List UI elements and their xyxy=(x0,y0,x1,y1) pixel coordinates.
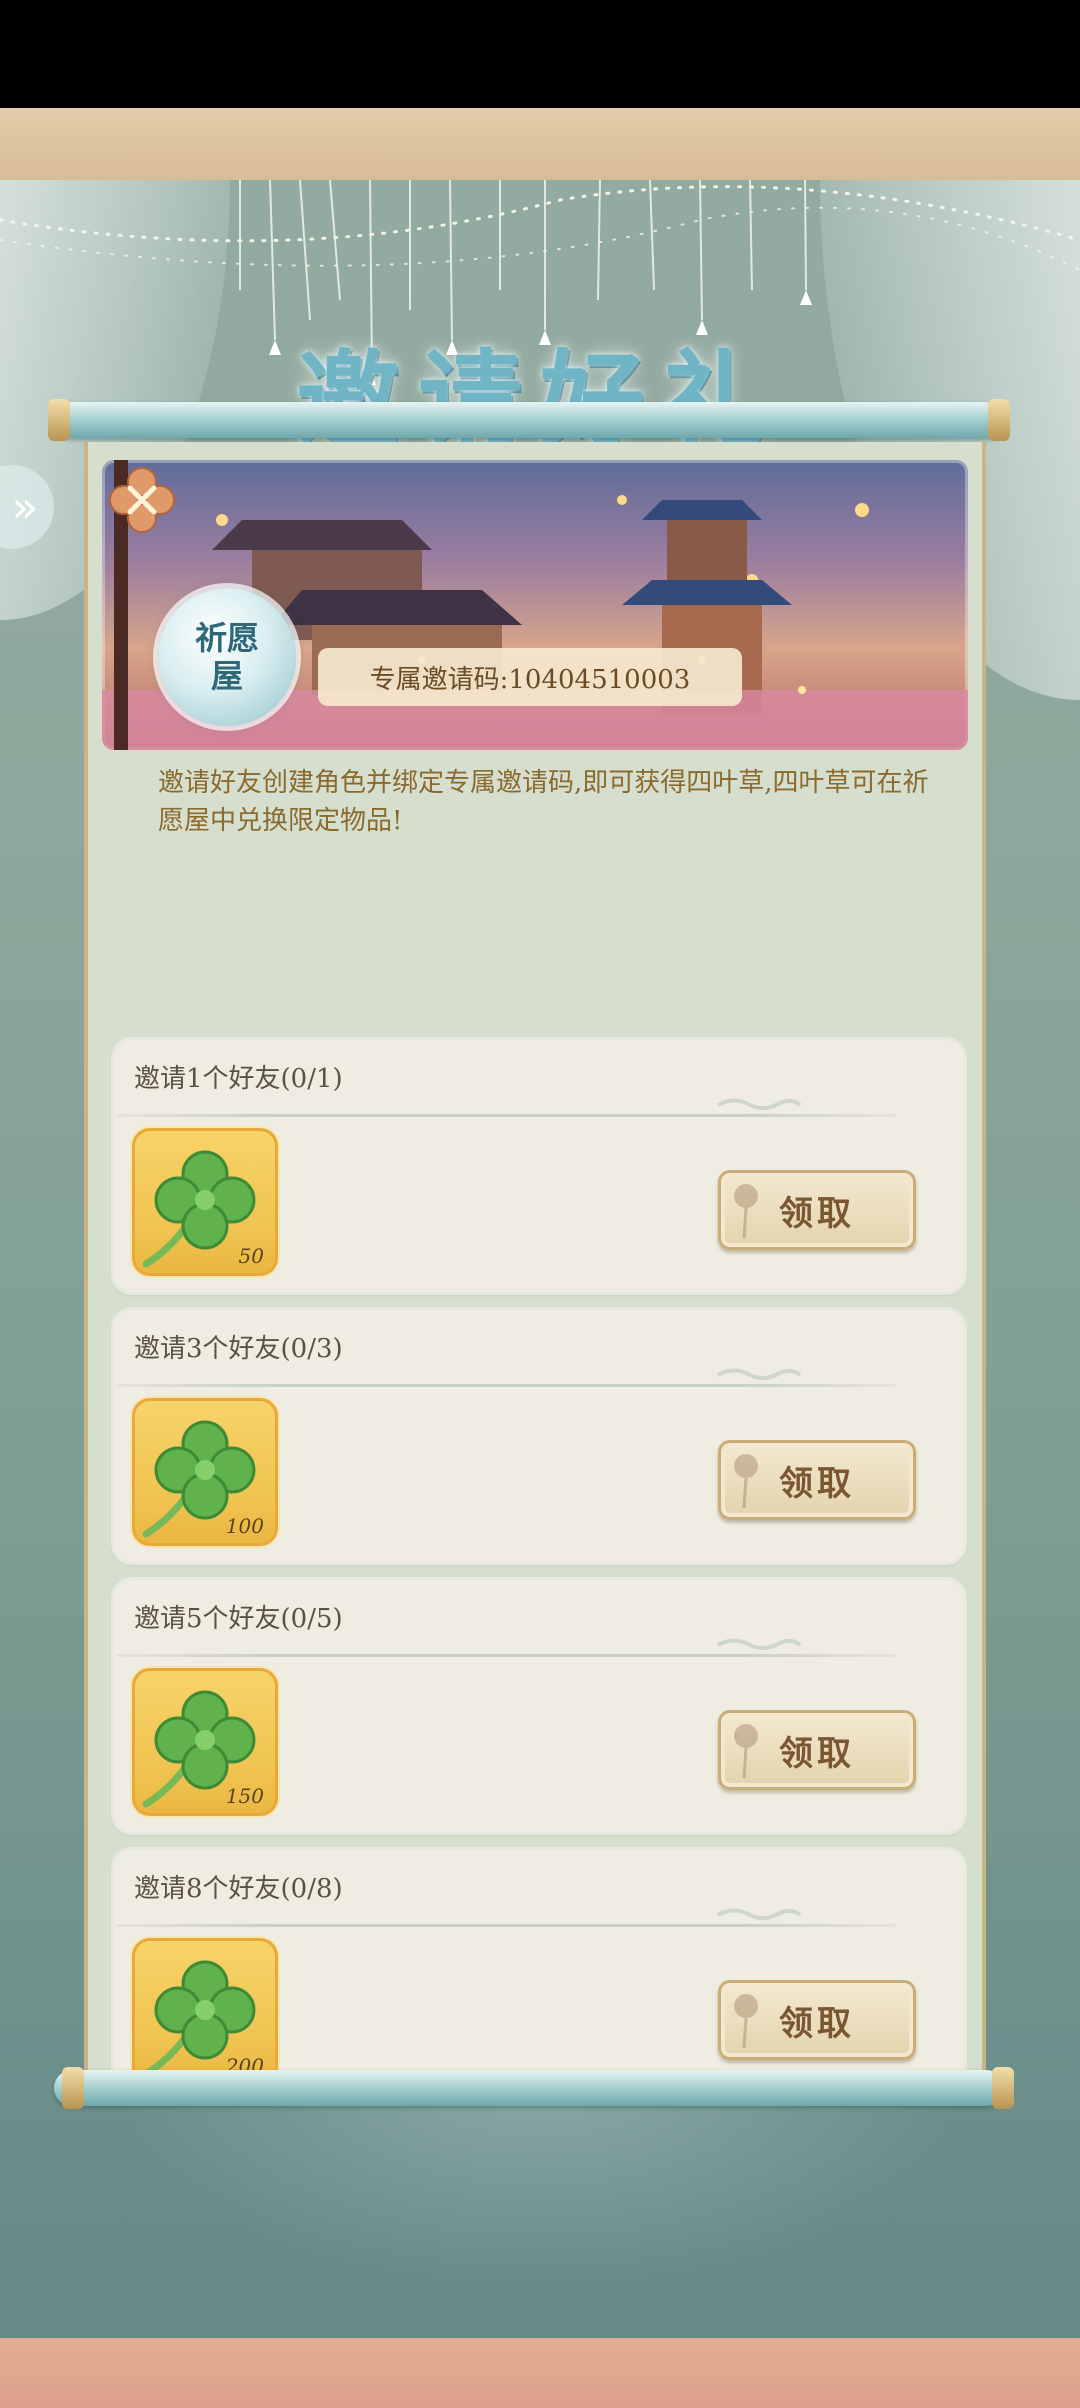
claim-button[interactable]: 领取 xyxy=(718,1710,916,1790)
invite-task-card: 邀请3个好友(0/3) 100 领取 xyxy=(114,1310,964,1562)
claim-button[interactable]: 领取 xyxy=(718,1980,916,2060)
claim-button[interactable]: 领取 xyxy=(718,1440,916,1520)
flower-decor-icon xyxy=(734,1184,758,1239)
invite-task-card: 邀请8个好友(0/8) 200 领取 xyxy=(114,1850,964,2092)
invite-task-card: 邀请1个好友(0/1) 50 领取 xyxy=(114,1040,964,1292)
reward-count: 50 xyxy=(238,1244,264,1268)
claim-button-label: 领取 xyxy=(779,1193,855,1234)
task-title: 邀请5个好友(0/5) xyxy=(134,1604,343,1634)
task-title: 邀请1个好友(0/1) xyxy=(134,1064,343,1094)
scroll-bottom-cap-left xyxy=(62,2067,84,2109)
bottom-decor-band xyxy=(0,2338,1080,2408)
invite-scroll-panel: 祈愿屋 专属邀请码:10404510003 邀请好友创建角色并绑定专属邀请码,即… xyxy=(84,442,986,2092)
task-title: 邀请3个好友(0/3) xyxy=(134,1334,343,1364)
wish-house-badge[interactable]: 祈愿屋 xyxy=(158,588,296,726)
scroll-bottom-cap-right xyxy=(992,2067,1014,2109)
reward-item[interactable]: 150 xyxy=(132,1668,278,1816)
reward-item[interactable]: 200 xyxy=(132,1938,278,2086)
status-bar xyxy=(0,0,1080,108)
cloud-divider-icon xyxy=(717,1098,802,1110)
cloud-divider-icon xyxy=(717,1908,802,1920)
invite-code-box: 专属邀请码:10404510003 xyxy=(318,648,742,706)
invite-code-text: 专属邀请码:10404510003 xyxy=(369,664,691,695)
scroll-top-rod xyxy=(54,402,1004,438)
flower-decor-icon xyxy=(734,1454,758,1509)
claim-button-label: 领取 xyxy=(779,1733,855,1774)
top-decor-band xyxy=(0,108,1080,180)
scene-background: 邀请好礼 » 祈愿屋 专属邀请码:10404510003 邀请好友创建角色并绑定… xyxy=(0,180,1080,2338)
scroll-top-cap-left xyxy=(48,399,70,441)
flower-decor-icon xyxy=(734,1724,758,1779)
claim-button-label: 领取 xyxy=(779,2003,855,2044)
knot-ornament-icon xyxy=(109,467,175,533)
wish-house-banner: 祈愿屋 专属邀请码:10404510003 xyxy=(102,460,968,750)
reward-count: 150 xyxy=(225,1784,264,1808)
cloud-divider-icon xyxy=(717,1638,802,1650)
cloud-divider-icon xyxy=(717,1368,802,1380)
scroll-top-cap-right xyxy=(988,399,1010,441)
invite-description: 邀请好友创建角色并绑定专属邀请码,即可获得四叶草,四叶草可在祈愿屋中兑换限定物品… xyxy=(158,768,929,836)
flower-decor-icon xyxy=(734,1994,758,2049)
claim-button-label: 领取 xyxy=(779,1463,855,1504)
scroll-bottom-rod xyxy=(54,2070,1004,2106)
invite-task-card: 邀请5个好友(0/5) 150 领取 xyxy=(114,1580,964,1832)
claim-button[interactable]: 领取 xyxy=(718,1170,916,1250)
wish-house-label: 祈愿屋 xyxy=(194,619,259,695)
reward-count: 100 xyxy=(225,1514,264,1538)
task-title: 邀请8个好友(0/8) xyxy=(134,1874,343,1904)
reward-item[interactable]: 50 xyxy=(132,1128,278,1276)
reward-item[interactable]: 100 xyxy=(132,1398,278,1546)
